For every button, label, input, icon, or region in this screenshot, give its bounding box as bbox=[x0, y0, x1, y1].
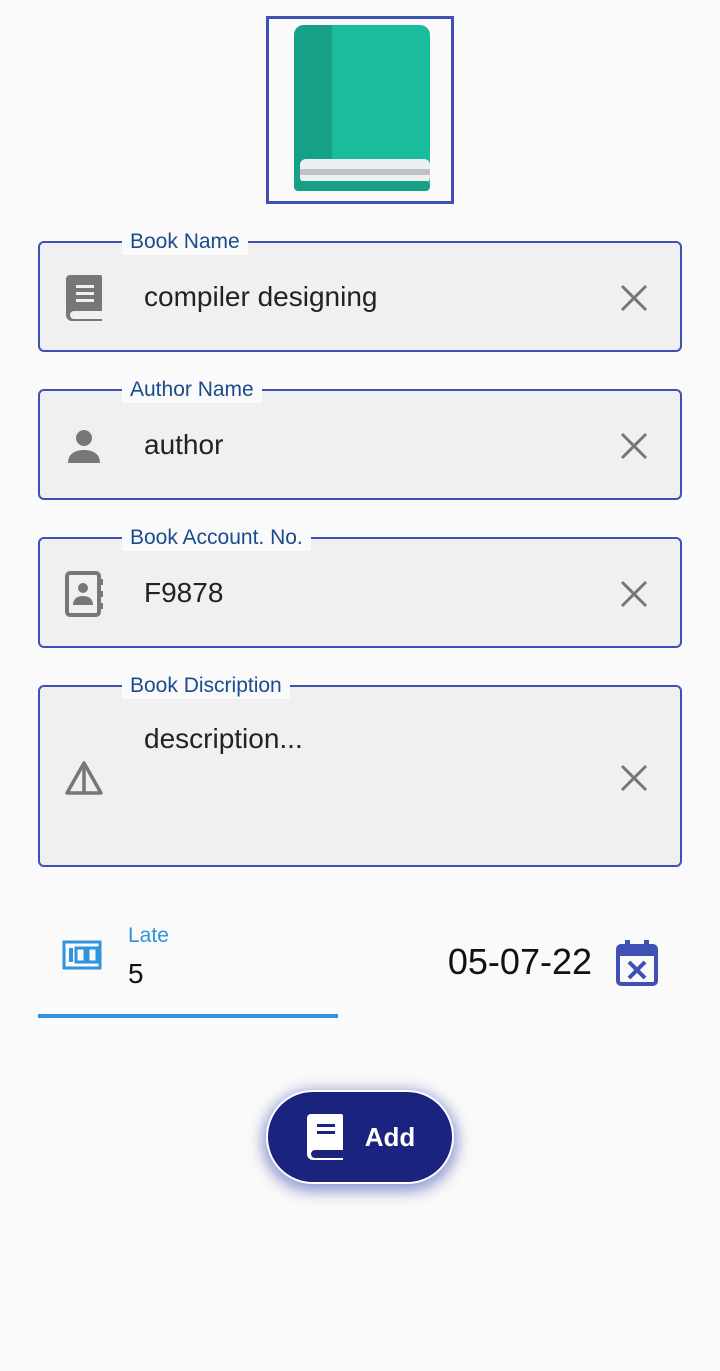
author-name-input[interactable]: author bbox=[144, 427, 590, 463]
close-icon bbox=[620, 284, 648, 312]
author-name-field[interactable]: Author Name author bbox=[38, 377, 682, 500]
close-icon bbox=[620, 432, 648, 460]
book-icon bbox=[306, 1114, 343, 1160]
clear-account-no-button[interactable] bbox=[614, 574, 654, 614]
clear-description-button[interactable] bbox=[614, 758, 654, 798]
contact-book-icon bbox=[62, 571, 106, 617]
description-field[interactable]: Book Discription description... bbox=[38, 673, 682, 867]
late-field[interactable]: Late 5 bbox=[38, 918, 338, 1018]
book-icon bbox=[62, 275, 106, 321]
warning-triangle-icon bbox=[62, 756, 106, 800]
book-name-label: Book Name bbox=[122, 229, 248, 255]
book-name-field[interactable]: Book Name compiler designing bbox=[38, 229, 682, 352]
late-underline bbox=[38, 1014, 338, 1018]
person-icon bbox=[62, 424, 106, 468]
account-no-input[interactable]: F9878 bbox=[144, 575, 590, 611]
app-logo bbox=[266, 16, 454, 204]
counter-icon bbox=[62, 940, 102, 975]
description-input[interactable]: description... bbox=[144, 721, 590, 757]
add-button-label: Add bbox=[364, 1121, 416, 1152]
book-name-input[interactable]: compiler designing bbox=[144, 279, 590, 315]
close-icon bbox=[620, 580, 648, 608]
clear-book-name-button[interactable] bbox=[614, 278, 654, 318]
clear-author-name-button[interactable] bbox=[614, 426, 654, 466]
late-label: Late bbox=[128, 924, 169, 947]
late-input[interactable]: 5 bbox=[128, 958, 144, 990]
calendar-cancel-icon[interactable] bbox=[614, 938, 660, 991]
date-value: 05-07-22 bbox=[447, 941, 592, 982]
account-no-label: Book Account. No. bbox=[122, 525, 311, 551]
description-label: Book Discription bbox=[122, 673, 290, 699]
add-book-button[interactable]: Add bbox=[266, 1090, 454, 1184]
book-logo-icon bbox=[294, 25, 430, 191]
author-name-label: Author Name bbox=[122, 377, 262, 403]
account-no-field[interactable]: Book Account. No. F9878 bbox=[38, 525, 682, 648]
close-icon bbox=[620, 764, 648, 792]
